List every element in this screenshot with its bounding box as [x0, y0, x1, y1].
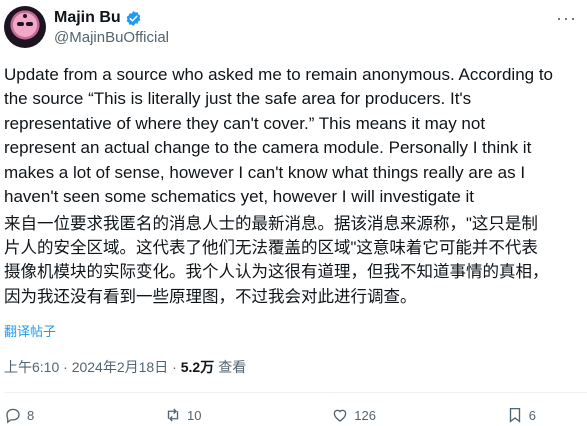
- author-name-line: Majin Bu: [54, 9, 142, 27]
- like-button[interactable]: 126: [331, 404, 376, 426]
- post-header: Majin Bu @MajinBuOfficial ···: [4, 6, 587, 52]
- bookmark-count: 6: [528, 407, 536, 423]
- view-count: 5.2万: [180, 359, 215, 375]
- post-timestamp[interactable]: 上午6:10 · 2024年2月18日 ·: [4, 357, 177, 377]
- reply-button[interactable]: 8: [4, 404, 34, 426]
- repost-button[interactable]: 10: [164, 404, 201, 426]
- post-text-chinese: 来自一位要求我匿名的消息人士的最新消息。据该消息来源称，"这只是制 片人的安全区…: [4, 215, 549, 306]
- avatar[interactable]: [4, 6, 46, 48]
- view-label: 查看: [218, 359, 247, 375]
- author-name[interactable]: Majin Bu: [54, 9, 121, 27]
- reply-icon: [6, 408, 20, 424]
- repost-count: 10: [187, 407, 202, 423]
- post-text-english: Update from a source who asked me to rem…: [4, 65, 554, 207]
- avatar-forehead-mark: [23, 14, 27, 18]
- more-options-icon[interactable]: ···: [556, 8, 577, 29]
- action-bar: 8 10 126 6: [4, 404, 584, 426]
- reply-count: 8: [27, 407, 35, 423]
- heart-icon: [333, 409, 347, 422]
- author-handle[interactable]: @MajinBuOfficial: [54, 29, 169, 46]
- verified-badge-icon: [126, 10, 141, 26]
- like-count: 126: [354, 407, 376, 423]
- bookmark-icon: [509, 407, 520, 423]
- post-meta: 上午6:10 · 2024年2月18日 · 5.2万 查看: [4, 357, 246, 377]
- avatar-eye-left: [17, 22, 24, 26]
- translate-post-link[interactable]: 翻译帖子: [4, 321, 56, 340]
- avatar-eye-right: [26, 22, 33, 26]
- bookmark-button[interactable]: 6: [506, 404, 536, 426]
- repost-icon: [167, 408, 179, 422]
- divider: [4, 392, 587, 393]
